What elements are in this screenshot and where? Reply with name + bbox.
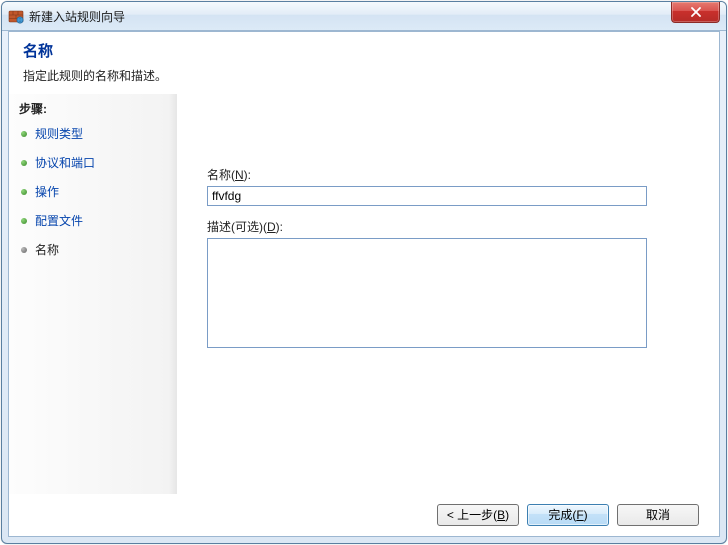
description-label: 描述(可选)(D): <box>207 218 689 235</box>
steps-heading: 步骤: <box>19 100 171 117</box>
page-title: 名称 <box>23 40 705 61</box>
bullet-icon <box>21 247 27 253</box>
bullet-icon <box>21 160 27 166</box>
step-profile[interactable]: 配置文件 <box>21 212 171 229</box>
steps-sidebar: 步骤: 规则类型 协议和端口 操作 配置文件 <box>9 94 177 494</box>
wizard-header: 名称 指定此规则的名称和描述。 <box>9 32 719 94</box>
client-area: 名称 指定此规则的名称和描述。 步骤: 规则类型 协议和端口 操作 <box>8 31 720 537</box>
description-field-block: 描述(可选)(D): <box>207 218 689 351</box>
titlebar: 新建入站规则向导 <box>2 2 726 31</box>
bullet-icon <box>21 189 27 195</box>
close-button[interactable] <box>671 2 720 23</box>
step-label: 名称 <box>35 241 59 258</box>
step-label: 配置文件 <box>35 212 83 229</box>
wizard-footer: < 上一步(B) 完成(F) 取消 <box>9 494 719 536</box>
step-label: 协议和端口 <box>35 154 95 171</box>
back-button[interactable]: < 上一步(B) <box>437 504 519 526</box>
bullet-icon <box>21 131 27 137</box>
step-label: 操作 <box>35 183 59 200</box>
window-title: 新建入站规则向导 <box>29 8 724 25</box>
firewall-icon <box>8 8 24 24</box>
close-icon <box>690 7 702 17</box>
name-input[interactable] <box>207 186 647 206</box>
step-action[interactable]: 操作 <box>21 183 171 200</box>
step-label: 规则类型 <box>35 125 83 142</box>
cancel-button[interactable]: 取消 <box>617 504 699 526</box>
name-field-block: 名称(N): <box>207 166 689 206</box>
wizard-body: 步骤: 规则类型 协议和端口 操作 配置文件 <box>9 94 719 494</box>
finish-button[interactable]: 完成(F) <box>527 504 609 526</box>
step-name[interactable]: 名称 <box>21 241 171 258</box>
name-label: 名称(N): <box>207 166 689 183</box>
description-input[interactable] <box>207 238 647 348</box>
page-subtitle: 指定此规则的名称和描述。 <box>23 67 705 84</box>
bullet-icon <box>21 218 27 224</box>
step-protocol-ports[interactable]: 协议和端口 <box>21 154 171 171</box>
step-rule-type[interactable]: 规则类型 <box>21 125 171 142</box>
wizard-window: 新建入站规则向导 名称 指定此规则的名称和描述。 步骤: 规则类型 协议和端口 <box>1 1 727 544</box>
form-area: 名称(N): 描述(可选)(D): <box>177 94 719 494</box>
